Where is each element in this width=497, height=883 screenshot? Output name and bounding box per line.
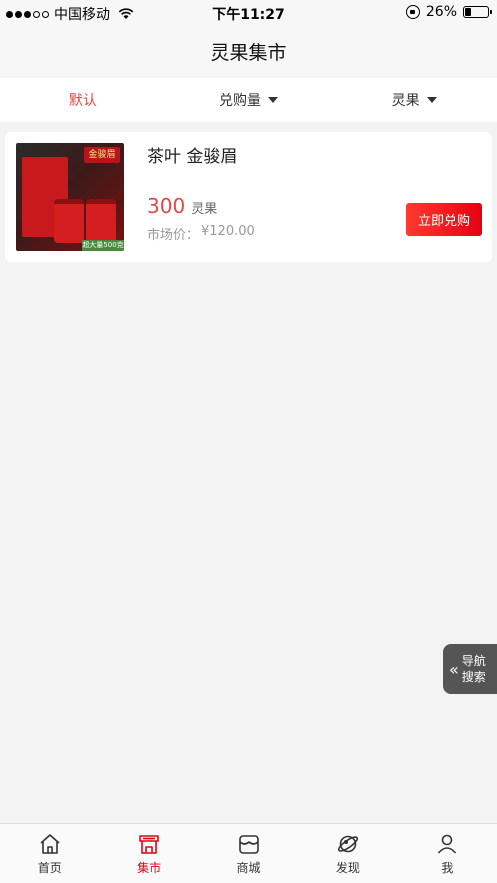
double-chevron-left-icon: «	[449, 659, 459, 679]
status-right: 26%	[405, 4, 492, 20]
status-bar: 中国移动 下午11:27 26%	[0, 0, 497, 26]
discover-icon	[337, 835, 358, 852]
filter-tab-default[interactable]: 默认	[0, 78, 166, 122]
page-title: 灵果集市	[210, 41, 287, 64]
tab-label: 商城	[236, 860, 261, 875]
image-badge: 超大量500克	[82, 240, 124, 251]
filter-tab-price[interactable]: 灵果	[331, 78, 497, 122]
nav-search-float-button[interactable]: « 导航 搜索	[443, 644, 497, 694]
battery-icon	[463, 6, 492, 18]
float-nav-text: 导航 搜索	[462, 653, 486, 685]
filter-label: 默认	[68, 93, 97, 109]
tab-discover[interactable]: 发现	[298, 824, 397, 883]
profile-icon	[438, 834, 457, 854]
nav-bar: 灵果集市	[0, 26, 497, 76]
tab-label: 发现	[335, 860, 360, 875]
tab-market[interactable]: 集市	[99, 824, 198, 883]
rotation-lock-icon	[405, 5, 420, 19]
market-price-label: 市场价：	[147, 228, 200, 243]
filter-tab-sales[interactable]: 兑购量	[166, 78, 332, 122]
price-value: 300	[147, 194, 186, 218]
caret-down-icon	[426, 97, 437, 103]
price-unit: 灵果	[191, 202, 218, 217]
tab-label: 我	[441, 860, 454, 875]
filter-label: 兑购量	[219, 93, 261, 109]
bottom-tab-bar: 首页 集市 商城 发现 我	[0, 823, 497, 883]
tab-label: 集市	[137, 860, 162, 875]
caret-down-icon	[268, 97, 278, 103]
product-card[interactable]: 金骏眉 超大量500克 茶叶 金骏眉 300 灵果 市场价： ¥120.00 立…	[5, 132, 492, 262]
market-price: 市场价： ¥120.00	[147, 224, 255, 243]
filter-label: 灵果	[391, 93, 420, 109]
product-price: 300 灵果	[147, 194, 217, 218]
product-name: 茶叶 金骏眉	[147, 147, 238, 167]
image-tag: 金骏眉	[84, 147, 120, 163]
redeem-button[interactable]: 立即兑购	[406, 203, 482, 236]
tab-label: 首页	[37, 860, 62, 875]
market-icon	[139, 834, 159, 854]
market-price-value: ¥120.00	[201, 224, 255, 239]
store-icon	[238, 834, 259, 854]
tab-home[interactable]: 首页	[0, 824, 99, 883]
tab-profile[interactable]: 我	[398, 824, 497, 883]
home-icon	[40, 833, 60, 854]
battery-percent: 26%	[425, 4, 457, 20]
float-nav-line1: 导航	[461, 654, 486, 668]
tab-store[interactable]: 商城	[199, 824, 298, 883]
product-image[interactable]: 金骏眉 超大量500克	[16, 143, 124, 251]
filter-bar: 默认 兑购量 灵果	[0, 78, 497, 122]
float-nav-line2: 搜索	[461, 670, 486, 684]
